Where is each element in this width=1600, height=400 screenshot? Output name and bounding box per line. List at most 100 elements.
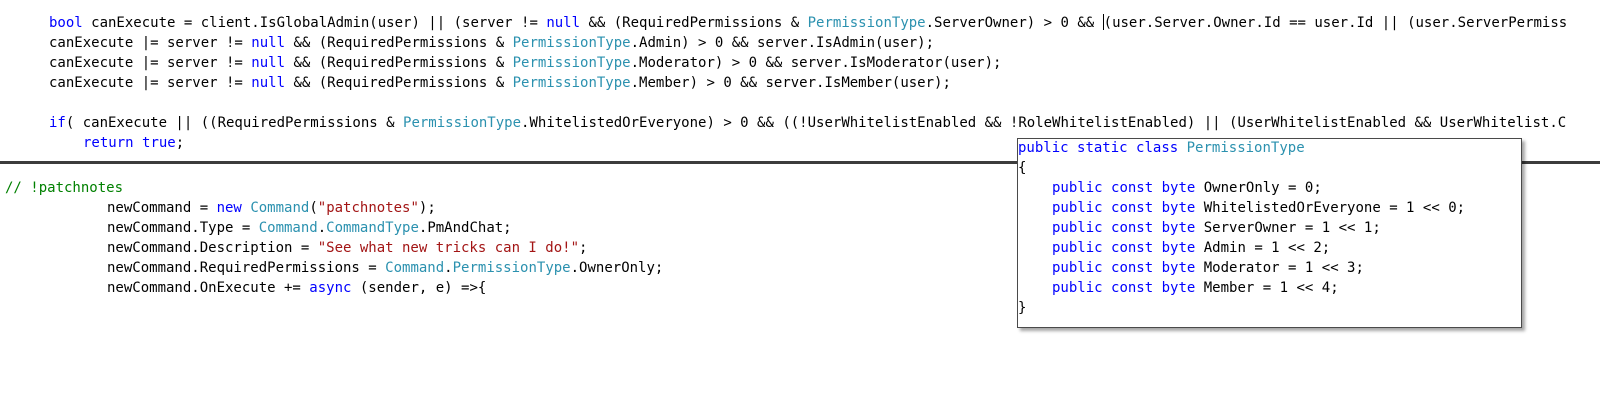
keyword-token: public <box>1052 260 1103 276</box>
keyword-token: const <box>1111 260 1154 276</box>
keyword-token: byte <box>1161 240 1196 256</box>
code-line: if( canExecute || ((RequiredPermissions … <box>49 113 1566 133</box>
keyword-token: bool <box>49 15 83 31</box>
code-line: public const byte Admin = 1 << 2; <box>1052 238 1330 258</box>
code-token: Moderator = 1 << 3; <box>1195 260 1364 276</box>
keyword-token: public <box>1018 140 1069 156</box>
code-line: canExecute |= server != null && (Require… <box>49 73 951 93</box>
code-line: public const byte Member = 1 << 4; <box>1052 278 1339 298</box>
code-token: ( canExecute || ((RequiredPermissions & <box>65 115 404 131</box>
keyword-token: byte <box>1161 220 1196 236</box>
code-token: canExecute |= server != <box>49 55 252 71</box>
keyword-token: true <box>142 135 176 151</box>
keyword-token: const <box>1111 240 1154 256</box>
code-token: .WhitelistedOrEveryone) > 0 && ((!UserWh… <box>521 115 1567 131</box>
keyword-token: const <box>1111 280 1154 296</box>
code-line: return true; <box>83 133 184 153</box>
type-token: PermissionType <box>403 115 522 131</box>
code-line: newCommand.OnExecute += async (sender, e… <box>107 278 486 298</box>
code-token: Member = 1 << 4; <box>1195 280 1339 296</box>
code-token: (user.Server.Owner.Id == user.Id || (use… <box>1103 15 1568 31</box>
code-line: canExecute |= server != null && (Require… <box>49 33 934 53</box>
type-token: PermissionType <box>452 260 571 276</box>
definition-peek-popup: public static class PermissionType { publi… <box>1017 138 1522 328</box>
type-token: Command <box>250 200 310 216</box>
code-token: } <box>1018 300 1027 316</box>
code-token: OwnerOnly = 0; <box>1195 180 1322 196</box>
keyword-token: null <box>546 15 581 31</box>
code-token: ); <box>418 200 436 216</box>
keyword-token: async <box>309 280 352 296</box>
code-line: public static class PermissionType <box>1018 139 1305 158</box>
keyword-token: if <box>49 115 66 131</box>
code-line: public const byte WhitelistedOrEveryone … <box>1052 198 1465 218</box>
code-token: newCommand = <box>107 200 217 216</box>
code-token: newCommand.OnExecute += <box>107 280 310 296</box>
type-token: PermissionType <box>807 15 926 31</box>
string-token: "patchnotes" <box>317 200 419 216</box>
type-token: PermissionType <box>512 35 631 51</box>
code-token: newCommand.Type = <box>107 220 259 236</box>
code-token: && (RequiredPermissions & <box>285 55 513 71</box>
keyword-token: public <box>1052 280 1103 296</box>
keyword-token: class <box>1136 140 1179 156</box>
keyword-token: static <box>1077 140 1128 156</box>
code-token: Admin = 1 << 2; <box>1195 240 1331 256</box>
type-token: Command <box>385 260 445 276</box>
code-line: public const byte OwnerOnly = 0; <box>1052 178 1322 198</box>
code-line: newCommand.Description = "See what new t… <box>107 238 587 258</box>
code-token: .Admin) > 0 && server.IsAdmin(user); <box>630 35 935 51</box>
keyword-token: return <box>83 135 134 151</box>
keyword-token: null <box>251 35 286 51</box>
code-token: .ServerOwner) > 0 && <box>925 15 1103 31</box>
code-line: public const byte Moderator = 1 << 3; <box>1052 258 1364 278</box>
code-token: && (RequiredPermissions & <box>580 15 808 31</box>
code-line: canExecute |= server != null && (Require… <box>49 53 1001 73</box>
string-token: "See what new tricks can I do!" <box>317 240 580 256</box>
code-token: canExecute |= server != <box>49 35 252 51</box>
keyword-token: byte <box>1161 200 1196 216</box>
keyword-token: const <box>1111 200 1154 216</box>
keyword-token: public <box>1052 240 1103 256</box>
type-token: PermissionType <box>1186 140 1305 156</box>
keyword-token: byte <box>1161 280 1196 296</box>
code-token: newCommand.Description = <box>107 240 318 256</box>
code-token: canExecute |= server != <box>49 75 252 91</box>
type-token: Command <box>258 220 318 236</box>
comment-token: // !patchnotes <box>5 180 124 196</box>
code-token: newCommand.RequiredPermissions = <box>107 260 386 276</box>
type-token: PermissionType <box>512 55 631 71</box>
code-token: . <box>317 220 327 236</box>
code-token: .Member) > 0 && server.IsMember(user); <box>630 75 951 91</box>
code-token: .Moderator) > 0 && server.IsModerator(us… <box>630 55 1002 71</box>
code-token: { <box>1018 160 1027 176</box>
code-line: public const byte ServerOwner = 1 << 1; <box>1052 218 1381 238</box>
keyword-token: new <box>216 200 242 216</box>
code-token: (sender, e) =>{ <box>351 280 487 296</box>
keyword-token: byte <box>1161 260 1196 276</box>
code-line: // !patchnotes <box>5 178 123 198</box>
code-line: { <box>1018 158 1026 178</box>
keyword-token: const <box>1111 180 1154 196</box>
code-line: } <box>1018 298 1026 318</box>
code-token: canExecute = client.IsGlobalAdmin(user) … <box>82 15 547 31</box>
code-token: . <box>444 260 453 276</box>
keyword-token: byte <box>1161 180 1196 196</box>
code-token: && (RequiredPermissions & <box>285 75 513 91</box>
keyword-token: null <box>251 55 286 71</box>
code-line: newCommand.Type = Command.CommandType.Pm… <box>107 218 512 238</box>
keyword-token: public <box>1052 200 1103 216</box>
